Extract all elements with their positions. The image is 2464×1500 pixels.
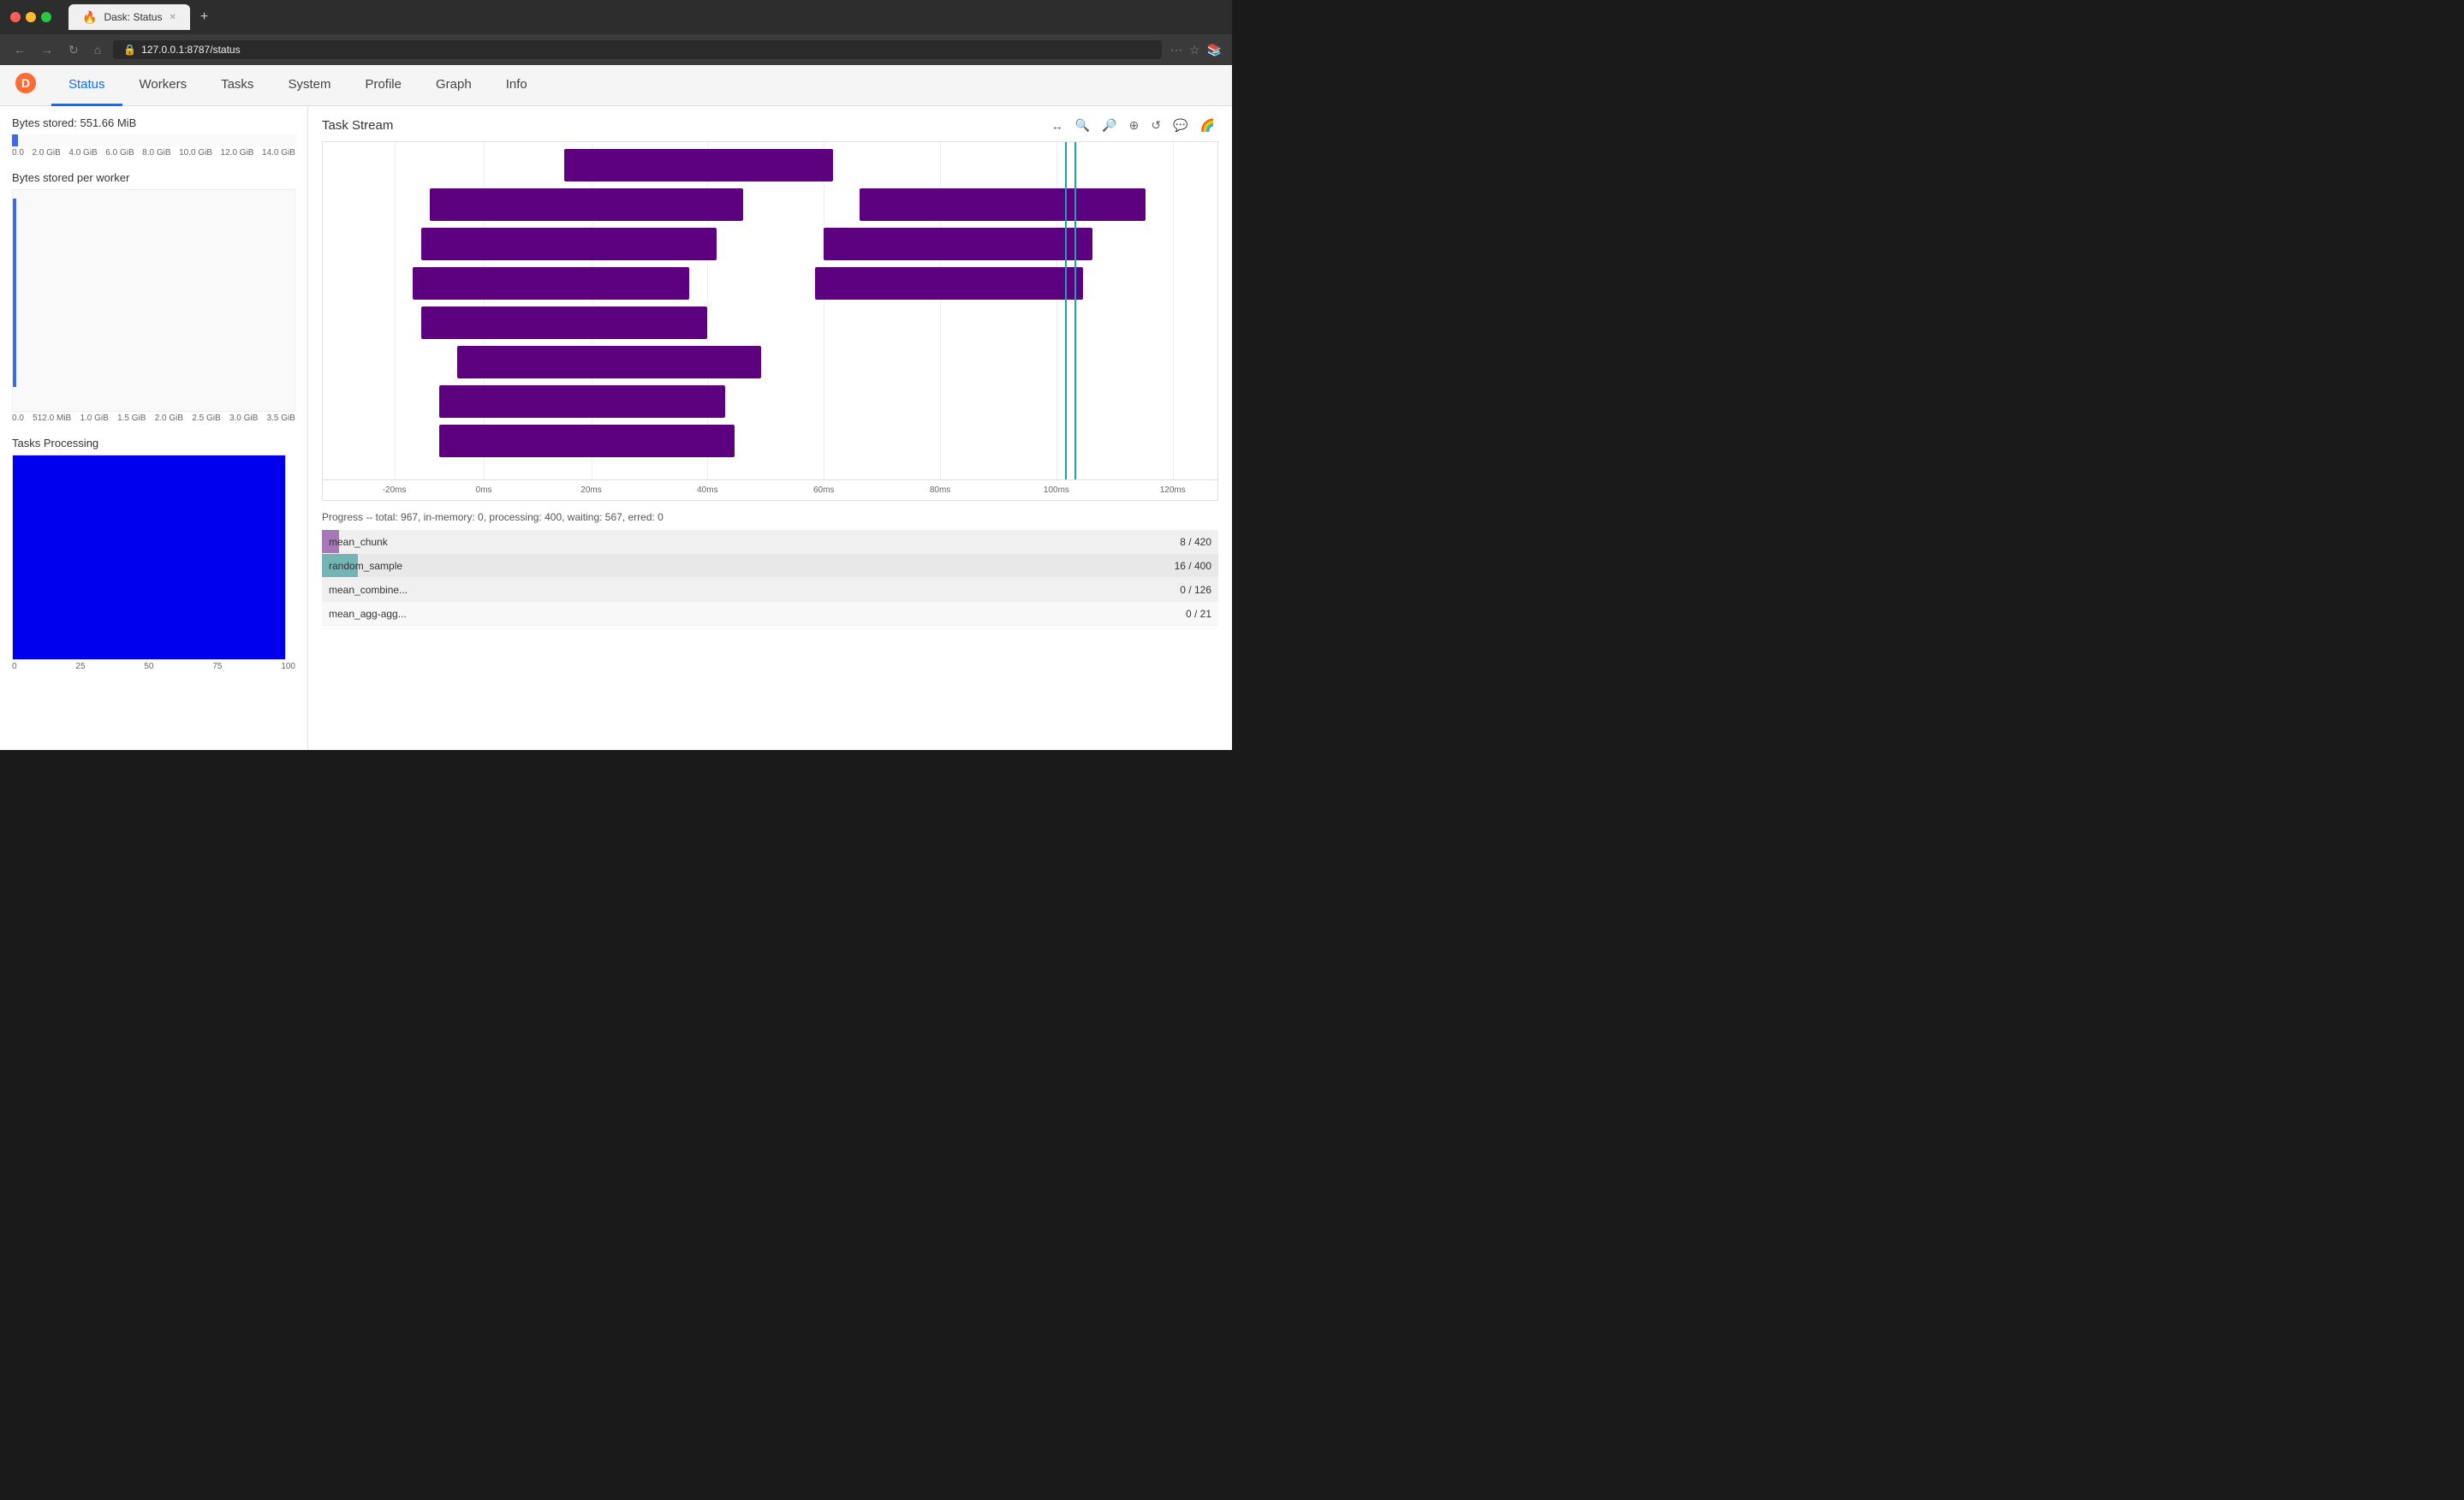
nav-workers[interactable]: Workers	[122, 65, 205, 106]
tasks-axis: 0 25 50 75 100	[12, 662, 295, 671]
url-text: 127.0.0.1:8787/status	[141, 44, 240, 56]
axis-label-100: 100ms	[1044, 485, 1069, 495]
app-logo: D	[14, 71, 38, 99]
app-nav: D Status Workers Tasks System Profile Gr…	[0, 65, 1232, 106]
right-panel: Task Stream ↔ 🔍 🔎 ⊕ ↺ 💬 🌈	[308, 106, 1232, 750]
gantt-bar-5	[421, 307, 707, 339]
nav-graph[interactable]: Graph	[419, 65, 489, 106]
bookmark-icon[interactable]: ☆	[1189, 43, 1200, 57]
nav-status[interactable]: Status	[51, 65, 122, 106]
gantt-chart: -20ms 0ms 20ms 40ms 60ms 80ms 100ms 120m…	[322, 141, 1218, 501]
tasks-processing-canvas	[12, 455, 286, 660]
axis-label-60: 60ms	[813, 485, 834, 495]
progress-value-mean-chunk: 8 / 420	[1180, 536, 1218, 548]
tab-bar: 🔥 Dask: Status ✕ +	[68, 4, 215, 30]
task-stream-tools: ↔ 🔍 🔎 ⊕ ↺ 💬 🌈	[1048, 116, 1218, 134]
bytes-stored-fill	[12, 134, 18, 146]
magnifier-tool[interactable]: 🔍	[1072, 116, 1093, 134]
tab-title: Dask: Status	[104, 11, 162, 23]
nav-system[interactable]: System	[271, 65, 348, 106]
tasks-processing-title: Tasks Processing	[12, 437, 295, 449]
worker-bar-1	[13, 199, 16, 387]
traffic-lights	[10, 12, 51, 22]
fit-tool[interactable]: ⊕	[1126, 116, 1143, 134]
new-tab-button[interactable]: +	[193, 6, 215, 28]
axis-label-20: 20ms	[580, 485, 601, 495]
browser-chrome: 🔥 Dask: Status ✕ +	[0, 0, 1232, 34]
home-button[interactable]: ⌂	[91, 41, 104, 58]
security-icon: 🔒	[123, 44, 136, 56]
cyan-line-1	[1065, 142, 1067, 479]
progress-label-mean-chunk: mean_chunk	[322, 536, 1180, 548]
task-stream-header: Task Stream ↔ 🔍 🔎 ⊕ ↺ 💬 🌈	[322, 116, 1218, 134]
progress-row-mean-agg: mean_agg-agg... 0 / 21	[322, 602, 1218, 626]
progress-label-mean-agg: mean_agg-agg...	[322, 608, 1186, 620]
progress-row-random-sample: random_sample 16 / 400	[322, 554, 1218, 578]
svg-text:D: D	[21, 76, 30, 90]
bytes-per-worker-axis: 0.0 512.0 MiB 1.0 GiB 1.5 GiB 2.0 GiB 2.…	[12, 414, 295, 423]
gantt-bar-8	[439, 425, 735, 457]
axis-label-0: 0ms	[476, 485, 492, 495]
progress-section: Progress -- total: 967, in-memory: 0, pr…	[322, 511, 1218, 626]
browser-actions: ⋯ ☆ 📚	[1170, 43, 1222, 57]
color-tool[interactable]: 🌈	[1197, 116, 1218, 134]
gantt-bar-3a	[421, 228, 717, 260]
close-button[interactable]	[10, 12, 21, 22]
gridline-8	[1173, 142, 1174, 479]
refresh-button[interactable]: ↻	[65, 41, 82, 59]
gantt-bar-6	[457, 346, 761, 378]
gantt-x-axis: -20ms 0ms 20ms 40ms 60ms 80ms 100ms 120m…	[323, 479, 1217, 500]
gantt-bar-1	[564, 149, 833, 182]
gantt-bar-4b	[815, 267, 1084, 300]
progress-value-random-sample: 16 / 400	[1175, 560, 1218, 572]
bytes-stored-title: Bytes stored: 551.66 MiB	[12, 116, 295, 129]
gantt-bar-4a	[413, 267, 690, 300]
nav-info[interactable]: Info	[489, 65, 545, 106]
minimize-button[interactable]	[26, 12, 36, 22]
axis-label-40: 40ms	[697, 485, 717, 495]
active-tab[interactable]: 🔥 Dask: Status ✕	[68, 4, 190, 30]
bytes-stored-section: Bytes stored: 551.66 MiB 0.0 2.0 GiB 4.0…	[12, 116, 295, 158]
left-panel: Bytes stored: 551.66 MiB 0.0 2.0 GiB 4.0…	[0, 106, 308, 750]
tab-favicon: 🔥	[82, 10, 97, 25]
progress-value-mean-agg: 0 / 21	[1186, 608, 1218, 620]
refresh-tool[interactable]: ↺	[1147, 116, 1164, 134]
zoom-out-tool[interactable]: 🔎	[1098, 116, 1120, 134]
back-button[interactable]: ←	[10, 41, 29, 58]
bytes-stored-bar	[12, 134, 295, 146]
bytes-per-worker-title: Bytes stored per worker	[12, 171, 295, 184]
axis-label-120: 120ms	[1160, 485, 1186, 495]
url-bar[interactable]: 🔒 127.0.0.1:8787/status	[113, 40, 1162, 59]
axis-label-minus20: -20ms	[383, 485, 407, 495]
progress-label-mean-combine: mean_combine...	[322, 584, 1180, 596]
gantt-bar-2b	[860, 188, 1146, 221]
gantt-bar-3b	[824, 228, 1092, 260]
progress-title: Progress -- total: 967, in-memory: 0, pr…	[322, 511, 1218, 523]
tasks-processing-section: Tasks Processing 0 25 50 75 100	[12, 437, 295, 671]
cyan-line-2	[1074, 142, 1076, 479]
extensions-button[interactable]: ⋯	[1170, 43, 1182, 57]
address-bar: ← → ↻ ⌂ 🔒 127.0.0.1:8787/status ⋯ ☆ 📚	[0, 34, 1232, 65]
axis-label-80: 80ms	[930, 485, 950, 495]
gantt-bar-2a	[430, 188, 743, 221]
nav-tasks[interactable]: Tasks	[204, 65, 271, 106]
progress-label-random-sample: random_sample	[322, 560, 1175, 572]
progress-value-mean-combine: 0 / 126	[1180, 584, 1218, 596]
maximize-button[interactable]	[41, 12, 51, 22]
worker-bars-chart	[12, 189, 295, 412]
bytes-per-worker-section: Bytes stored per worker 0.0 512.0 MiB 1.…	[12, 171, 295, 423]
task-stream-title: Task Stream	[322, 118, 393, 133]
progress-row-mean-chunk: mean_chunk 8 / 420	[322, 530, 1218, 554]
bytes-stored-axis: 0.0 2.0 GiB 4.0 GiB 6.0 GiB 8.0 GiB 10.0…	[12, 148, 295, 158]
settings-tool[interactable]: 💬	[1170, 116, 1191, 134]
main-content: Bytes stored: 551.66 MiB 0.0 2.0 GiB 4.0…	[0, 106, 1232, 750]
gantt-bar-7	[439, 385, 725, 418]
tab-close-button[interactable]: ✕	[169, 13, 176, 22]
nav-profile[interactable]: Profile	[348, 65, 419, 106]
arrow-tool[interactable]: ↔	[1048, 117, 1067, 134]
library-icon[interactable]: 📚	[1207, 43, 1222, 57]
gridline-1	[395, 142, 396, 479]
forward-button[interactable]: →	[38, 41, 57, 58]
progress-row-mean-combine: mean_combine... 0 / 126	[322, 578, 1218, 602]
